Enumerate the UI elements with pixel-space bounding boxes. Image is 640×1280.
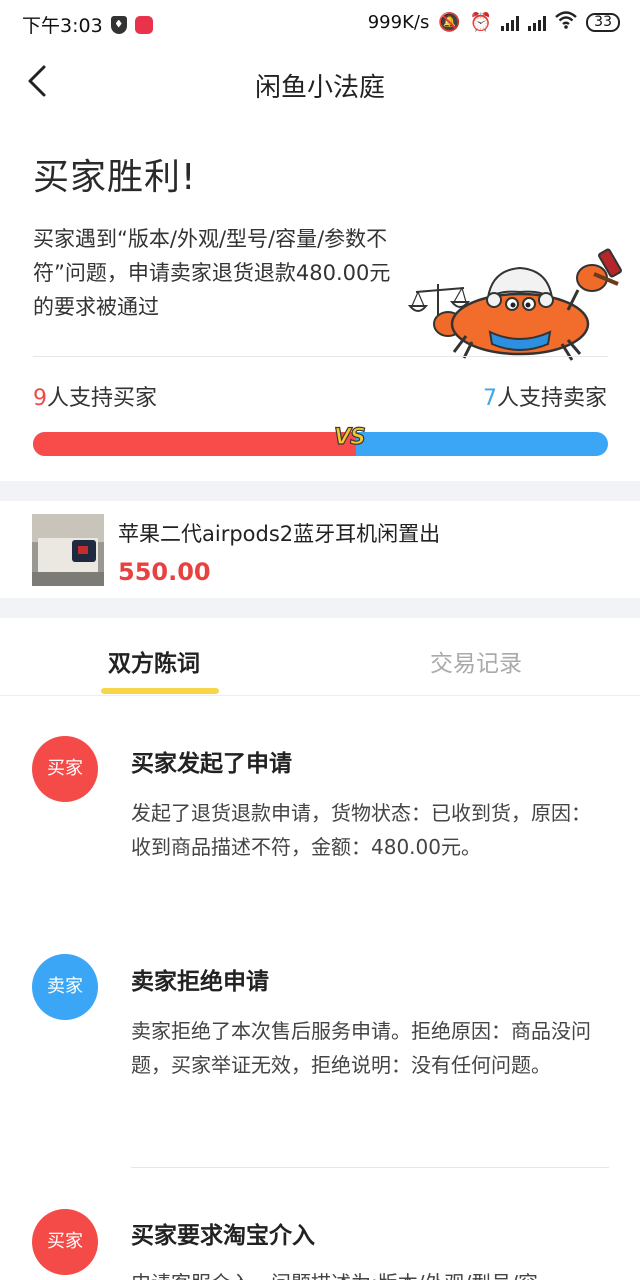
status-time: 下午3:03 bbox=[22, 15, 103, 37]
vs-badge: VS bbox=[333, 424, 366, 450]
status-bar: 下午3:03 999K/s 🔕 ⏰ 33 bbox=[0, 0, 640, 46]
tab-bar: 双方陈词 交易记录 bbox=[0, 618, 640, 696]
buyer-support-number: 9 bbox=[33, 386, 47, 411]
buyer-avatar: 买家 bbox=[32, 736, 98, 802]
page-title: 闲鱼小法庭 bbox=[254, 73, 385, 103]
timeline-item-title: 买家发起了申请 bbox=[131, 751, 292, 777]
status-bar-left: 下午3:03 bbox=[22, 11, 153, 38]
verdict-title: 买家胜利! bbox=[33, 157, 197, 198]
tab-statements[interactable]: 双方陈词 bbox=[108, 644, 200, 678]
shield-icon bbox=[110, 15, 127, 34]
product-name: 苹果二代airpods2蓝牙耳机闲置出 bbox=[118, 522, 441, 546]
network-speed: 999K/s bbox=[367, 12, 430, 33]
section-separator bbox=[0, 598, 640, 618]
timeline-item-title: 买家要求淘宝介入 bbox=[131, 1223, 315, 1249]
section-separator bbox=[0, 481, 640, 501]
signal-icon-2 bbox=[528, 15, 547, 31]
buyer-avatar: 买家 bbox=[32, 1209, 98, 1275]
timeline-divider bbox=[131, 1167, 609, 1168]
timeline-item-body: 发起了退货退款申请，货物状态：已收到货，原因：收到商品描述不符，金额：480.0… bbox=[131, 801, 591, 859]
signal-icon bbox=[501, 15, 520, 31]
support-ratio-bar bbox=[33, 432, 608, 456]
buyer-support-fill bbox=[33, 432, 357, 456]
timeline-item-body: 卖家拒绝了本次售后服务申请。拒绝原因：商品没问题，买家举证无效，拒绝说明：没有任… bbox=[131, 1019, 591, 1077]
battery-indicator: 33 bbox=[586, 13, 620, 32]
seller-avatar: 卖家 bbox=[32, 954, 98, 1020]
app-notification-icon bbox=[134, 15, 153, 34]
seller-support-number: 7 bbox=[482, 386, 497, 411]
tab-transaction-records[interactable]: 交易记录 bbox=[430, 644, 522, 678]
seller-support-label: 人支持卖家 bbox=[496, 386, 607, 411]
mute-bell-icon: 🔕 bbox=[438, 12, 461, 33]
timeline-item-title: 卖家拒绝申请 bbox=[131, 969, 269, 995]
timeline-item-body: 申请客服介入，问题描述为:版本/外观/型号/容 bbox=[131, 1266, 609, 1280]
alarm-icon: ⏰ bbox=[469, 12, 493, 33]
seller-support-count: 7人支持卖家 bbox=[483, 380, 607, 412]
status-bar-right: 999K/s 🔕 ⏰ 33 bbox=[368, 11, 620, 34]
product-card[interactable]: 苹果二代airpods2蓝牙耳机闲置出 550.00 bbox=[0, 502, 640, 598]
crab-judge-mascot-icon bbox=[408, 248, 622, 361]
active-tab-indicator bbox=[101, 688, 219, 694]
wifi-icon bbox=[555, 11, 577, 34]
buyer-support-label: 人支持买家 bbox=[47, 386, 158, 411]
verdict-divider bbox=[33, 356, 608, 357]
product-price: 550.00 bbox=[118, 558, 211, 586]
nav-header: 闲鱼小法庭 bbox=[0, 50, 640, 114]
product-thumbnail bbox=[32, 514, 104, 586]
buyer-support-count: 9人支持买家 bbox=[33, 380, 157, 412]
verdict-description: 买家遇到“版本/外观/型号/容量/参数不符”问题，申请卖家退货退款480.00元… bbox=[33, 227, 391, 319]
